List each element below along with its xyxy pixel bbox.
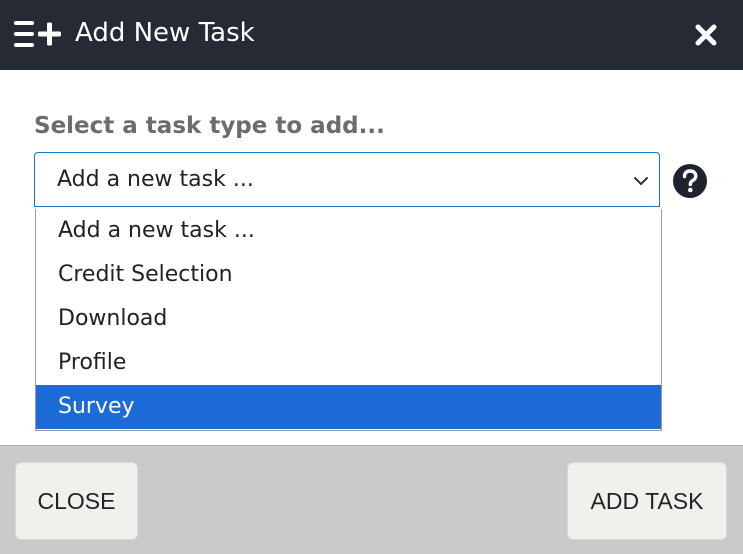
option-profile[interactable]: Profile (36, 341, 661, 385)
option-download[interactable]: Download (36, 297, 661, 341)
task-type-prompt: Select a task type to add... (34, 113, 385, 139)
chevron-down-icon (634, 177, 648, 185)
dialog-body: Select a task type to add... Add a new t… (0, 70, 743, 445)
option-credit-selection[interactable]: Credit Selection (36, 253, 661, 297)
add-task-dialog: Add New Task Select a task type to add..… (0, 0, 743, 554)
close-button[interactable]: CLOSE (15, 462, 138, 540)
dialog-title: Add New Task (75, 18, 255, 48)
dialog-header: Add New Task (0, 0, 743, 70)
option-add-new-task[interactable]: Add a new task ... (36, 209, 661, 253)
close-icon[interactable] (692, 21, 720, 49)
task-type-select[interactable]: Add a new task ... (34, 152, 660, 207)
add-task-button[interactable]: ADD TASK (567, 462, 727, 540)
question-circle-icon[interactable] (672, 163, 708, 199)
option-survey[interactable]: Survey (36, 385, 661, 429)
task-type-options: Add a new task ... Credit Selection Down… (35, 209, 662, 431)
list-add-icon (14, 21, 61, 47)
select-value: Add a new task ... (57, 167, 254, 192)
dialog-footer: CLOSE ADD TASK (0, 445, 743, 554)
